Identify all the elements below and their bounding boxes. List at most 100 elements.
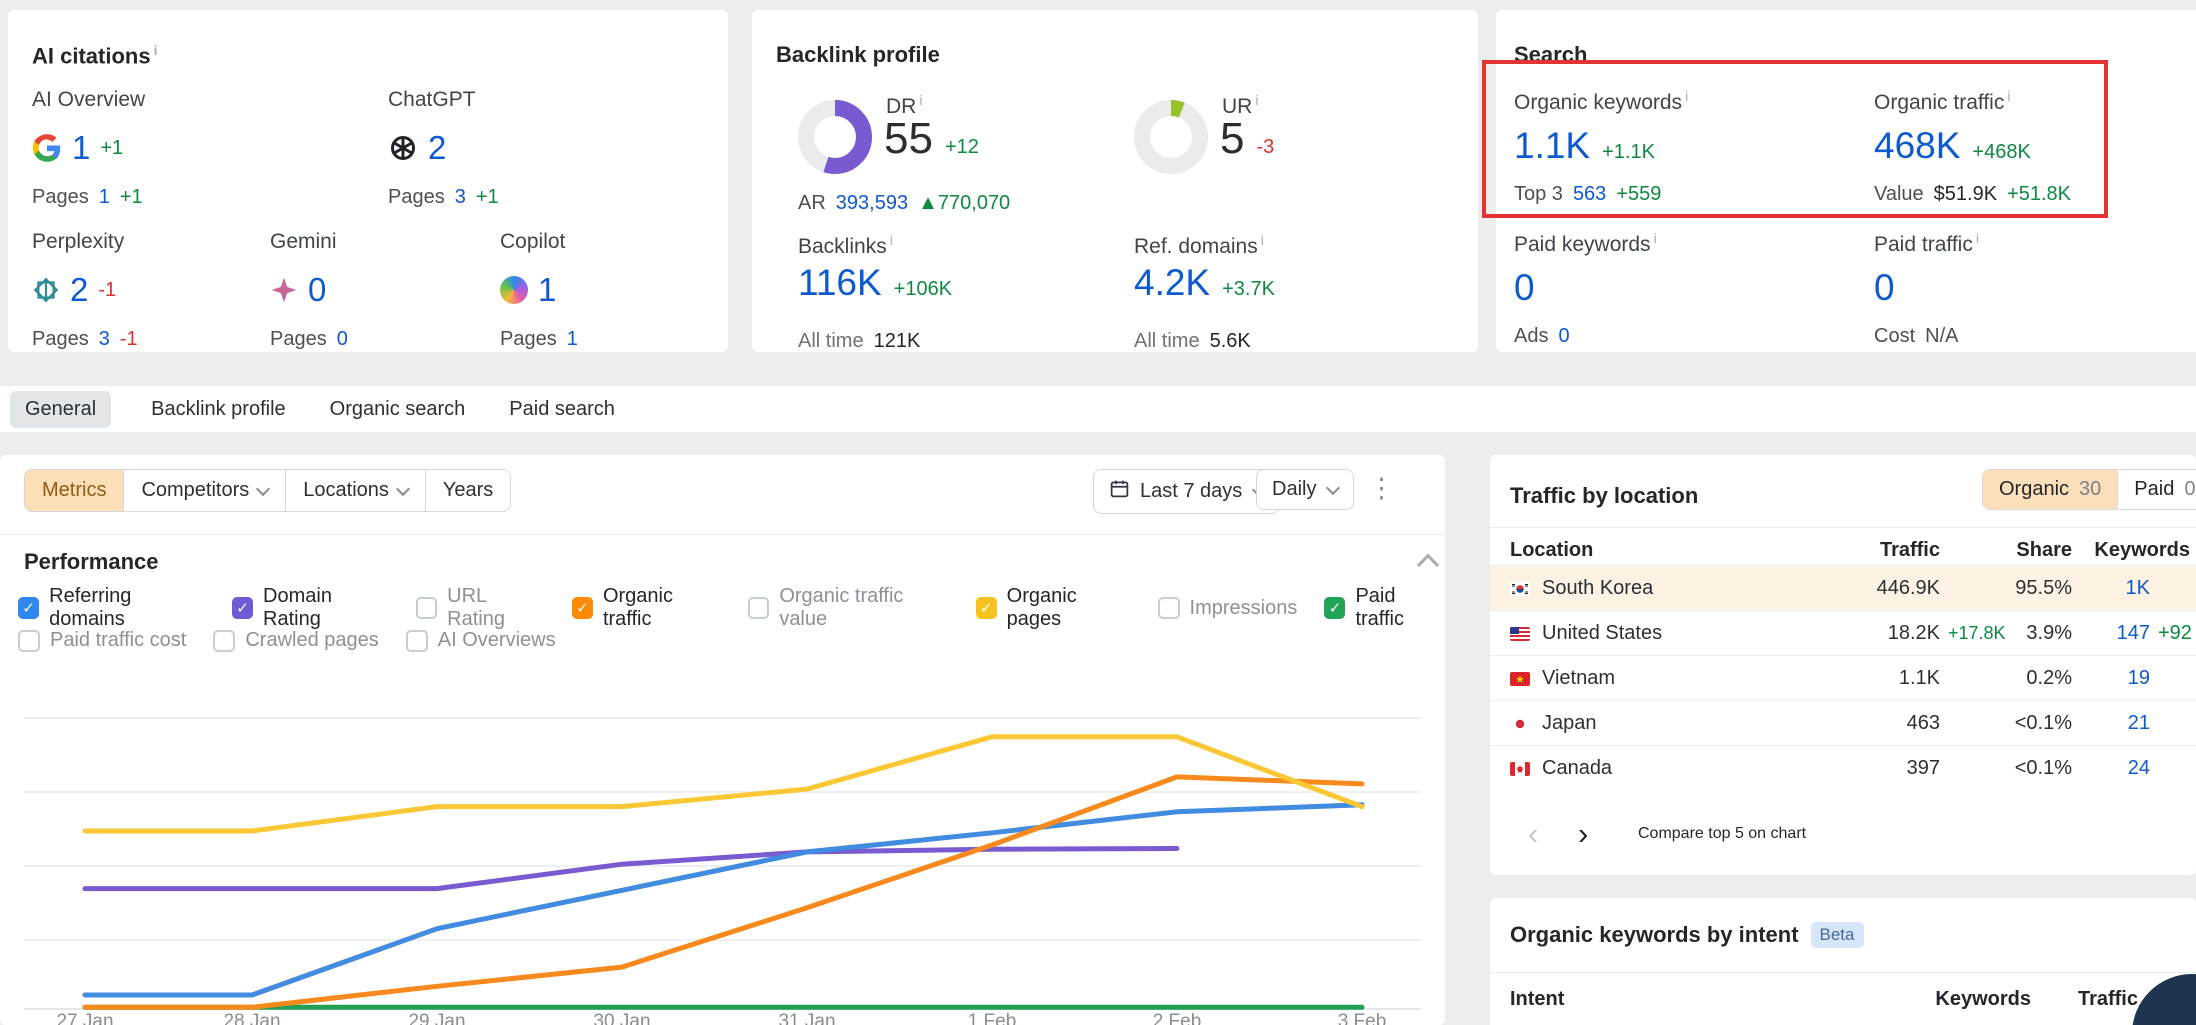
- citations-count[interactable]: 2: [70, 271, 88, 309]
- pages-count[interactable]: 1: [567, 328, 578, 351]
- top3-delta: +559: [1616, 183, 1661, 206]
- top3-value[interactable]: 563: [1573, 183, 1606, 206]
- info-icon[interactable]: i: [1976, 230, 1979, 246]
- compare-top5-link[interactable]: Compare top 5 on chart: [1638, 811, 1806, 856]
- info-icon[interactable]: i: [1685, 88, 1688, 104]
- collapse-section-button[interactable]: [1420, 557, 1436, 578]
- performance-line-chart[interactable]: 27 Jan28 Jan29 Jan30 Jan31 Jan1 Feb2 Feb…: [0, 655, 1445, 1025]
- ar-value[interactable]: 393,593: [836, 192, 908, 215]
- checkbox-impressions[interactable]: Impressions: [1158, 597, 1298, 620]
- location-name: South Korea: [1542, 577, 1653, 599]
- prev-page-arrow-icon[interactable]: ‹: [1528, 811, 1538, 856]
- checkbox-paid-traffic-cost[interactable]: Paid traffic cost: [18, 629, 186, 652]
- keywords-cell[interactable]: 1K: [2090, 566, 2150, 611]
- table-row-vietnam[interactable]: Vietnam 1.1K 0.2% 19: [1490, 655, 2196, 701]
- col-intent-traffic[interactable]: Traffic: [2058, 984, 2138, 1014]
- organic-keywords-value[interactable]: 1.1K: [1514, 125, 1590, 167]
- toggle-organic[interactable]: Organic30: [1983, 470, 2117, 509]
- more-options-kebab-icon[interactable]: ⋮: [1368, 475, 1395, 502]
- svg-text:1 Feb: 1 Feb: [968, 1011, 1017, 1025]
- next-page-arrow-icon[interactable]: ›: [1578, 811, 1588, 856]
- checkbox-ai-overviews[interactable]: AI Overviews: [406, 629, 556, 652]
- info-icon[interactable]: i: [919, 92, 922, 108]
- citations-count[interactable]: 1: [538, 271, 556, 309]
- citations-count[interactable]: 1: [72, 129, 90, 167]
- keywords-cell[interactable]: 21: [2090, 701, 2150, 746]
- info-icon[interactable]: i: [890, 232, 893, 248]
- keywords-cell[interactable]: 24: [2090, 746, 2150, 791]
- checkbox-icon: ✓: [18, 597, 39, 619]
- checkbox-domain-rating[interactable]: ✓Domain Rating: [232, 585, 389, 631]
- col-intent[interactable]: Intent: [1510, 984, 1564, 1014]
- checkbox-icon: [213, 630, 235, 652]
- citations-count[interactable]: 2: [428, 129, 446, 167]
- organic-paid-toggle: Organic30 Paid0: [1982, 469, 2196, 510]
- info-icon[interactable]: i: [2007, 88, 2010, 104]
- ai-citations-title-text: AI citations: [32, 43, 151, 68]
- date-range-dropdown[interactable]: Last 7 days: [1093, 469, 1280, 514]
- col-traffic[interactable]: Traffic: [1730, 535, 1940, 565]
- checkbox-icon: [406, 630, 428, 652]
- col-intent-keywords[interactable]: Keywords: [1911, 984, 2031, 1014]
- info-icon[interactable]: i: [1255, 92, 1258, 108]
- pages-count[interactable]: 3: [99, 328, 110, 351]
- ads-label: Ads: [1514, 325, 1548, 348]
- value-label: Value: [1874, 183, 1924, 206]
- tab-general[interactable]: General: [10, 391, 111, 428]
- metrics-button[interactable]: Metrics: [25, 470, 123, 511]
- dr-donut-chart: [798, 100, 872, 174]
- competitors-button[interactable]: Competitors: [123, 470, 285, 511]
- keywords-cell[interactable]: 19: [2090, 656, 2150, 701]
- col-location[interactable]: Location: [1510, 535, 1593, 565]
- checkbox-label: Paid traffic: [1355, 585, 1445, 631]
- locations-button[interactable]: Locations: [285, 470, 425, 511]
- checkbox-crawled-pages[interactable]: Crawled pages: [213, 629, 378, 652]
- checkbox-url-rating[interactable]: URL Rating: [416, 585, 545, 631]
- citations-count[interactable]: 0: [308, 271, 326, 309]
- ur-value: 5: [1220, 114, 1244, 164]
- backlinks-value[interactable]: 116K: [798, 262, 882, 304]
- keywords-delta-cell: +92: [2158, 611, 2192, 656]
- years-button[interactable]: Years: [425, 470, 510, 511]
- ai-citations-title: AI citationsi: [32, 42, 157, 69]
- dr-delta: +12: [945, 136, 979, 159]
- toggle-paid[interactable]: Paid0: [2117, 470, 2196, 509]
- pages-count[interactable]: 0: [337, 328, 348, 351]
- tab-organic-search[interactable]: Organic search: [326, 391, 470, 428]
- backlinks-label: Backlinksi: [798, 232, 893, 259]
- table-row-south-korea[interactable]: South Korea 446.9K 95.5% 1K: [1490, 565, 2196, 611]
- checkbox-paid-traffic[interactable]: ✓Paid traffic: [1324, 585, 1445, 631]
- checkbox-icon: ✓: [976, 597, 997, 619]
- info-icon[interactable]: i: [154, 42, 158, 58]
- paid-keywords-value[interactable]: 0: [1514, 267, 1535, 309]
- checkbox-icon: ✓: [572, 597, 593, 619]
- pages-count[interactable]: 1: [99, 186, 110, 209]
- checkbox-organic-pages[interactable]: ✓Organic pages: [976, 585, 1131, 631]
- share-cell: 0.2%: [1980, 656, 2072, 701]
- checkbox-organic-traffic-value[interactable]: Organic traffic value: [748, 585, 948, 631]
- stat-label: Organic keywordsi: [1514, 88, 1688, 115]
- ads-value[interactable]: 0: [1558, 325, 1569, 348]
- info-icon[interactable]: i: [1261, 232, 1264, 248]
- col-keywords[interactable]: Keywords: [2090, 535, 2190, 565]
- col-share[interactable]: Share: [1980, 535, 2072, 565]
- checkbox-label: Organic traffic value: [779, 585, 948, 631]
- checkbox-organic-traffic[interactable]: ✓Organic traffic: [572, 585, 721, 631]
- pages-count[interactable]: 3: [455, 186, 466, 209]
- checkbox-label: Referring domains: [49, 585, 205, 631]
- organic-traffic-value[interactable]: 468K: [1874, 125, 1960, 167]
- ar-label: AR: [798, 192, 826, 215]
- paid-traffic-value[interactable]: 0: [1874, 267, 1895, 309]
- table-row-japan[interactable]: Japan 463 <0.1% 21: [1490, 700, 2196, 746]
- table-row-canada[interactable]: Canada 397 <0.1% 24: [1490, 745, 2196, 791]
- share-cell: 3.9%: [1980, 611, 2072, 656]
- copilot-icon: [500, 276, 528, 304]
- granularity-dropdown[interactable]: Daily: [1256, 469, 1354, 510]
- info-icon[interactable]: i: [1654, 230, 1657, 246]
- tab-backlink-profile[interactable]: Backlink profile: [147, 391, 290, 428]
- table-row-united-states[interactable]: United States 18.2K +17.8K 3.9% 147 +92: [1490, 610, 2196, 656]
- tab-paid-search[interactable]: Paid search: [505, 391, 619, 428]
- checkbox-referring-domains[interactable]: ✓ Referring domains: [18, 585, 205, 631]
- keywords-cell[interactable]: 147: [2090, 611, 2150, 656]
- ref-domains-value[interactable]: 4.2K: [1134, 262, 1210, 304]
